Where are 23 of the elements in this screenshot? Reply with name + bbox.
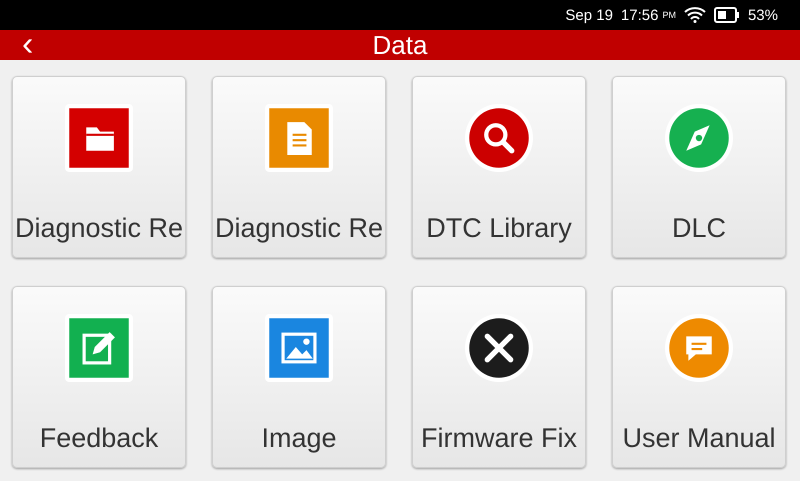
battery-icon <box>714 7 740 23</box>
clock: 17:56 <box>620 6 658 24</box>
chat-icon <box>665 314 733 382</box>
menu-tile[interactable]: Image <box>212 286 386 468</box>
menu-tile[interactable]: DLC <box>612 76 786 258</box>
battery-level: 53% <box>748 6 778 24</box>
document-icon <box>265 104 333 172</box>
date: Sep 19 <box>565 6 613 24</box>
edit-icon <box>65 314 133 382</box>
menu-tile[interactable]: User Manual <box>612 286 786 468</box>
menu-tile[interactable]: DTC Library <box>412 76 586 258</box>
image-icon <box>265 314 333 382</box>
compass-icon <box>665 104 733 172</box>
menu-tile[interactable]: Firmware Fix <box>412 286 586 468</box>
search-icon <box>465 104 533 172</box>
am-pm: PM <box>662 10 676 20</box>
menu-tile[interactable]: Diagnostic Re <box>12 76 186 258</box>
menu-tile[interactable]: Diagnostic Re <box>212 76 386 258</box>
folder-icon <box>65 104 133 172</box>
back-button[interactable]: ‹ <box>22 30 34 58</box>
menu-tile[interactable]: Feedback <box>12 286 186 468</box>
wifi-icon <box>684 7 706 23</box>
page-title: Data <box>372 30 428 60</box>
